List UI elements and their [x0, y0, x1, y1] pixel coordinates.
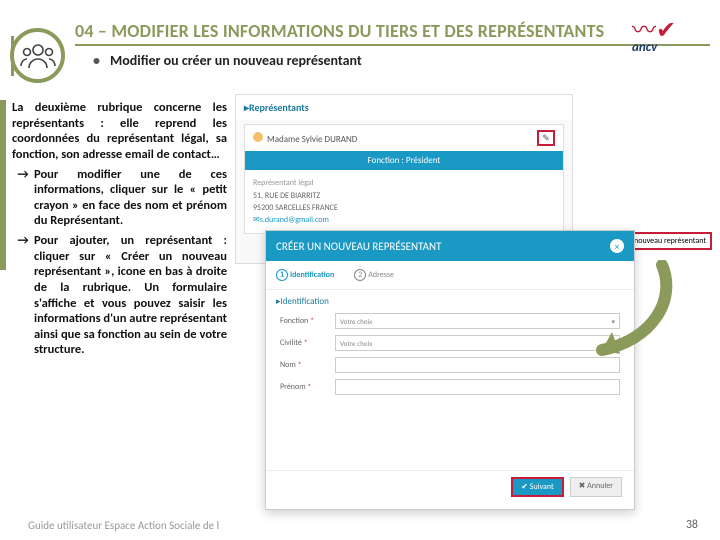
label-fonction: Fonction: [280, 316, 308, 326]
nom-input[interactable]: [335, 357, 620, 373]
fonction-select[interactable]: Votre choix▾: [335, 313, 620, 329]
group-icon-badge: [10, 28, 65, 83]
intro-paragraph: La deuxième rubrique concerne les représ…: [12, 100, 227, 163]
bird-icon: 〰✔: [632, 22, 702, 40]
chevron-down-icon: ▾: [611, 339, 615, 348]
arrow-icon: →: [12, 167, 34, 230]
label-prenom: Prénom: [280, 382, 306, 392]
bullet-1: Pour modifier une de ces informations, c…: [34, 167, 227, 230]
section-header: Représentants: [236, 95, 572, 120]
function-banner: Fonction : Président: [245, 151, 563, 170]
chevron-down-icon: ▾: [611, 317, 615, 326]
edit-pencil-button[interactable]: ✎: [537, 130, 555, 146]
avatar-icon: [253, 132, 263, 142]
email-value: s.durand@gmail.com: [253, 215, 555, 225]
accent-bar: [0, 100, 6, 270]
step-2: 2Adresse: [354, 269, 394, 281]
bullet-2: Pour ajouter, un représentant : cliquer …: [34, 233, 227, 358]
address-line2: 95200 SARCELLES FRANCE: [253, 203, 555, 213]
page-title: 04 – MODIFIER LES INFORMATIONS DU TIERS …: [75, 20, 710, 46]
create-rep-modal-screenshot: CRÉER UN NOUVEAU REPRÉSENTANT × 1Identif…: [265, 230, 635, 510]
modal-title: CRÉER UN NOUVEAU REPRÉSENTANT: [276, 240, 441, 253]
civilite-select[interactable]: Votre choix▾: [335, 335, 620, 351]
page-subtitle: Modifier ou créer un nouveau représentan…: [75, 52, 710, 69]
address-line1: 51, RUE DE BIARRITZ: [253, 191, 555, 201]
label-civilite: Civilité: [280, 338, 302, 348]
rep-name: Madame Sylvie DURAND: [267, 134, 357, 145]
ancv-logo: 〰✔ ancv: [632, 22, 702, 55]
label-nom: Nom: [280, 360, 296, 370]
explanation-text: La deuxième rubrique concerne les représ…: [12, 100, 227, 358]
form-section-header: Identification: [266, 290, 634, 309]
page-number: 38: [686, 518, 698, 532]
people-icon: [20, 41, 56, 71]
prenom-input[interactable]: [335, 379, 620, 395]
step-1: 1Identification: [276, 269, 334, 281]
close-icon[interactable]: ×: [610, 239, 624, 253]
footer-text: Guide utilisateur Espace Action Sociale …: [28, 519, 219, 532]
next-button[interactable]: ✔ Suivant: [511, 477, 563, 497]
arrow-icon: →: [12, 233, 34, 358]
legal-label: Représentant légal: [253, 178, 555, 188]
cancel-button[interactable]: ✖ Annuler: [570, 477, 622, 497]
